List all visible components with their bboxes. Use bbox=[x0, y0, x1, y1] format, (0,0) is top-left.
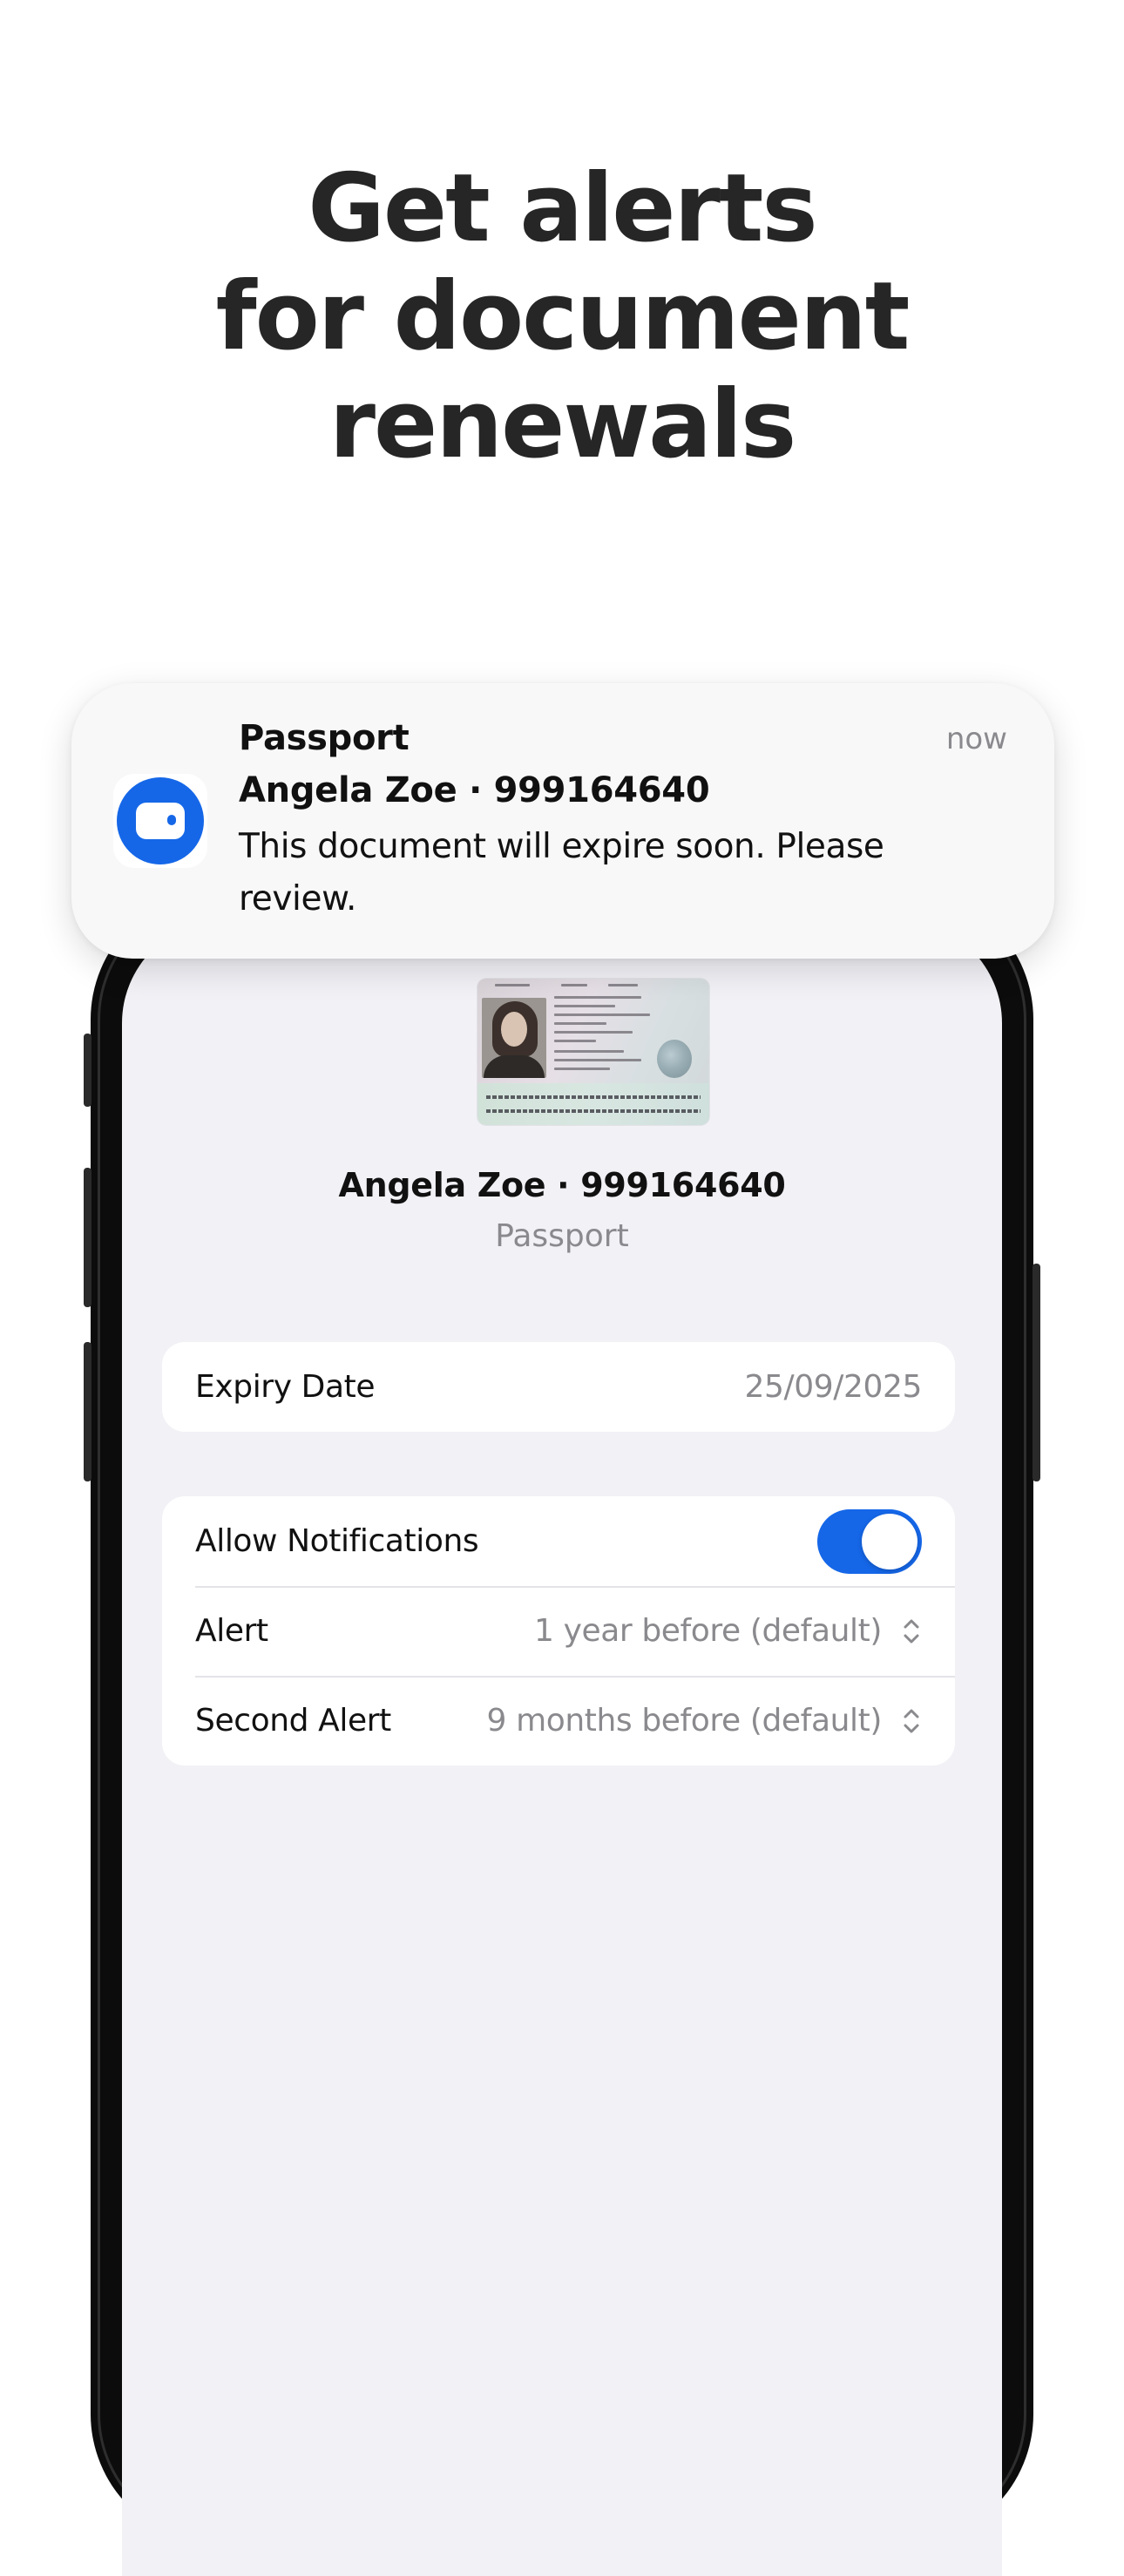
notification-settings-card: Allow Notifications Alert 1 year before … bbox=[162, 1496, 955, 1766]
second-alert-label: Second Alert bbox=[195, 1703, 391, 1739]
notification-subtitle: Angela Zoe · 999164640 bbox=[239, 770, 710, 810]
phone-volume-down-button bbox=[84, 1342, 91, 1481]
expiry-date-value: 25/09/2025 bbox=[744, 1369, 923, 1405]
passport-image[interactable] bbox=[477, 979, 709, 1125]
notification-banner[interactable]: Passport Angela Zoe · 999164640 This doc… bbox=[71, 683, 1054, 959]
document-type: Passport bbox=[495, 1218, 629, 1254]
headline-line-2: for document bbox=[215, 262, 911, 371]
phone-volume-up-button bbox=[84, 1168, 91, 1307]
passport-photo bbox=[482, 998, 546, 1078]
expiry-date-row[interactable]: Expiry Date 25/09/2025 bbox=[162, 1342, 955, 1432]
allow-notifications-toggle[interactable] bbox=[817, 1508, 922, 1574]
wallet-icon bbox=[136, 803, 185, 839]
toggle-knob bbox=[862, 1513, 917, 1569]
alert-row[interactable]: Alert 1 year before (default) bbox=[162, 1586, 955, 1676]
second-alert-value: 9 months before (default) bbox=[486, 1703, 883, 1739]
headline: Get alerts for document renewals bbox=[0, 155, 1124, 479]
phone-power-button bbox=[1033, 1264, 1040, 1481]
chevron-updown-icon bbox=[904, 1619, 919, 1643]
headline-line-3: renewals bbox=[328, 370, 797, 479]
chevron-updown-icon bbox=[904, 1709, 919, 1732]
allow-notifications-label: Allow Notifications bbox=[195, 1523, 479, 1559]
expiry-card: Expiry Date 25/09/2025 bbox=[162, 1342, 955, 1432]
app-icon bbox=[113, 774, 207, 868]
document-title: Angela Zoe · 999164640 bbox=[338, 1166, 786, 1204]
phone-screen: Angela Zoe · 999164640 Passport Expiry D… bbox=[122, 920, 1002, 2576]
headline-line-1: Get alerts bbox=[308, 154, 817, 263]
notification-title: Passport bbox=[239, 718, 410, 758]
phone-action-button bbox=[84, 1034, 91, 1107]
expiry-date-label: Expiry Date bbox=[195, 1369, 376, 1405]
phone-frame: Angela Zoe · 999164640 Passport Expiry D… bbox=[91, 889, 1033, 2576]
notification-body: This document will expire soon. Please r… bbox=[239, 827, 884, 919]
allow-notifications-row: Allow Notifications bbox=[162, 1496, 955, 1586]
alert-label: Alert bbox=[195, 1613, 268, 1649]
alert-value: 1 year before (default) bbox=[534, 1613, 882, 1649]
passport-hologram bbox=[657, 1040, 692, 1078]
second-alert-row[interactable]: Second Alert 9 months before (default) bbox=[162, 1676, 955, 1766]
notification-time: now bbox=[945, 722, 1007, 756]
